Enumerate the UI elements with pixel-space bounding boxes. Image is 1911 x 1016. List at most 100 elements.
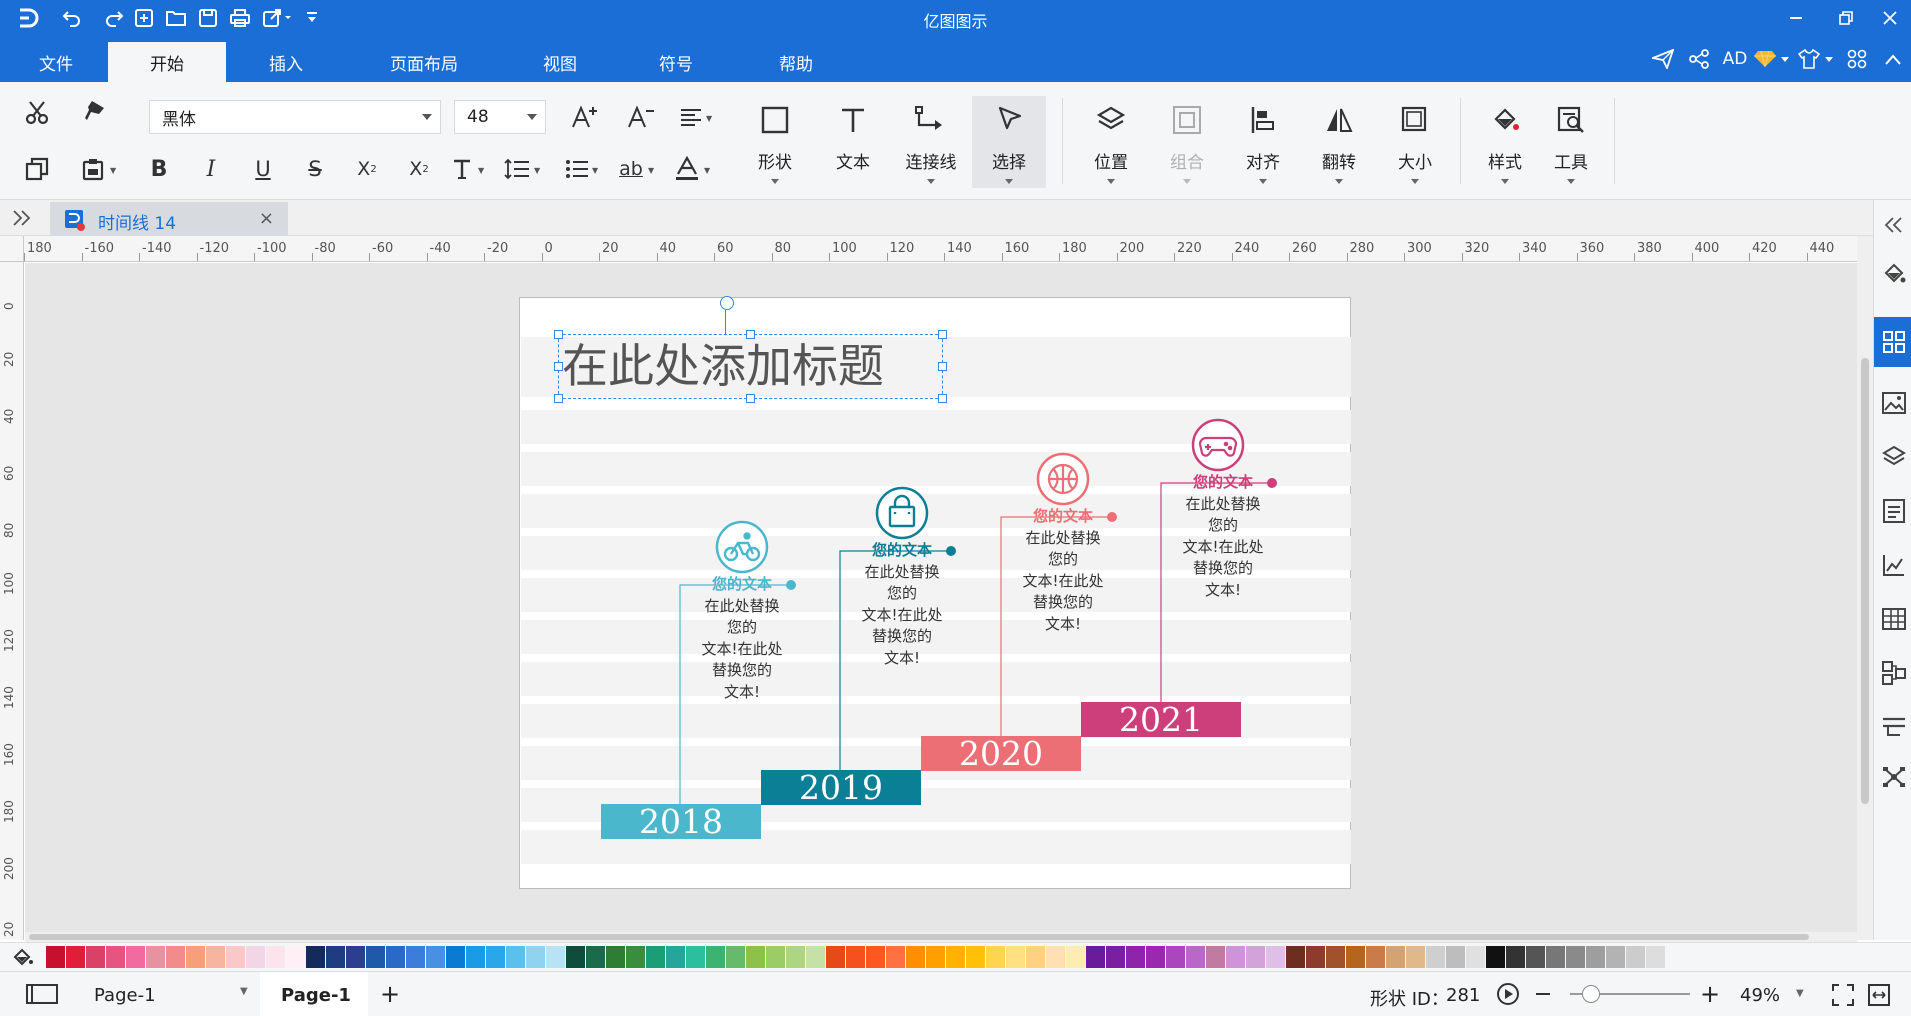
print-icon[interactable] — [226, 6, 254, 30]
redo-icon[interactable] — [100, 6, 128, 30]
strikethrough-icon[interactable]: S — [300, 154, 330, 184]
vip-gem-icon[interactable] — [1752, 46, 1778, 72]
color-swatch[interactable] — [906, 946, 925, 968]
color-swatch[interactable] — [1346, 946, 1365, 968]
color-swatch[interactable] — [326, 946, 345, 968]
year-label[interactable]: 2019 — [761, 770, 921, 805]
chevron-down-icon[interactable] — [1822, 46, 1836, 72]
color-swatch[interactable] — [866, 946, 885, 968]
color-swatch[interactable] — [86, 946, 105, 968]
collapse-panel-icon[interactable] — [1881, 212, 1907, 238]
color-swatch[interactable] — [386, 946, 405, 968]
font-color-icon[interactable] — [672, 154, 702, 184]
color-swatch[interactable] — [1106, 946, 1125, 968]
color-swatch[interactable] — [266, 946, 285, 968]
color-swatch[interactable] — [1506, 946, 1525, 968]
decrease-font-icon[interactable] — [626, 102, 656, 132]
tab-page-layout[interactable]: 页面布局 — [370, 42, 478, 82]
position-button[interactable]: 位置 — [1074, 96, 1148, 188]
font-color-dropdown-icon[interactable]: ▼ — [704, 166, 710, 175]
color-swatch[interactable] — [1266, 946, 1285, 968]
entry-text-block[interactable]: 您的文本 在此处替换 您的 文本!在此处 替换您的 文本! — [842, 540, 962, 669]
color-swatch[interactable] — [886, 946, 905, 968]
add-page-icon[interactable]: + — [380, 980, 400, 1008]
year-label[interactable]: 2018 — [601, 804, 761, 839]
entry-text-block[interactable]: 您的文本 在此处替换 您的 文本!在此处 替换您的 文本! — [1003, 506, 1123, 635]
color-swatch[interactable] — [1166, 946, 1185, 968]
color-swatch[interactable] — [1606, 946, 1625, 968]
color-swatch[interactable] — [1646, 946, 1665, 968]
tab-symbols[interactable]: 符号 — [636, 42, 716, 82]
style-button[interactable]: 样式 — [1472, 96, 1538, 188]
chevron-down-icon[interactable]: ▼ — [1796, 988, 1804, 999]
page-properties-icon[interactable] — [1881, 498, 1907, 524]
color-swatch[interactable] — [426, 946, 445, 968]
color-swatch[interactable] — [666, 946, 685, 968]
color-swatch[interactable] — [926, 946, 945, 968]
color-swatch[interactable] — [986, 946, 1005, 968]
color-swatch[interactable] — [586, 946, 605, 968]
italic-icon[interactable]: I — [196, 154, 226, 184]
tab-home[interactable]: 开始 — [108, 42, 226, 82]
fill-bucket-icon[interactable] — [12, 947, 34, 967]
horizontal-scroll-thumb[interactable] — [29, 934, 1809, 940]
color-swatch[interactable] — [1586, 946, 1605, 968]
text-case-icon[interactable] — [448, 154, 478, 184]
color-swatch[interactable] — [186, 946, 205, 968]
color-swatch[interactable] — [1186, 946, 1205, 968]
color-swatch[interactable] — [706, 946, 725, 968]
symbols-library-icon[interactable] — [1881, 329, 1907, 355]
chevron-down-icon[interactable] — [1778, 46, 1792, 72]
color-swatch[interactable] — [726, 946, 745, 968]
paste-icon[interactable] — [78, 154, 108, 184]
zoom-in-icon[interactable]: + — [1700, 980, 1720, 1008]
size-button[interactable]: 大小 — [1378, 96, 1452, 188]
vertical-scroll-thumb[interactable] — [1861, 358, 1869, 804]
color-swatch[interactable] — [486, 946, 505, 968]
color-swatch[interactable] — [1326, 946, 1345, 968]
diagram-page[interactable]: 在此处添加标题 2018 2019 2020 2021 您的文本 在此处替换 您… — [519, 296, 1351, 889]
text-button[interactable]: 文本 — [816, 96, 890, 188]
expand-panel-icon[interactable] — [12, 209, 32, 227]
color-swatch[interactable] — [346, 946, 365, 968]
superscript-icon[interactable]: X2 — [352, 154, 382, 184]
font-family-select[interactable]: 黑体 — [149, 100, 441, 134]
table-icon[interactable] — [1881, 606, 1907, 632]
export-icon[interactable] — [260, 6, 296, 30]
color-swatch[interactable] — [1486, 946, 1505, 968]
user-avatar[interactable]: AD — [1718, 46, 1752, 72]
color-swatch[interactable] — [206, 946, 225, 968]
document-tab[interactable]: 时间线 14 × — [50, 202, 288, 236]
color-swatch[interactable] — [66, 946, 85, 968]
color-swatch[interactable] — [786, 946, 805, 968]
subscript-icon[interactable]: X2 — [404, 154, 434, 184]
color-swatch[interactable] — [166, 946, 185, 968]
align-button[interactable]: 对齐 — [1226, 96, 1300, 188]
color-swatch[interactable] — [466, 946, 485, 968]
line-spacing-icon[interactable] — [502, 154, 532, 184]
color-swatch[interactable] — [806, 946, 825, 968]
horizontal-scrollbar[interactable] — [25, 932, 1857, 942]
color-swatch[interactable] — [546, 946, 565, 968]
entry-text-block[interactable]: 您的文本 在此处替换 您的 文本!在此处 替换您的 文本! — [682, 574, 802, 703]
close-tab-icon[interactable]: × — [259, 208, 274, 229]
color-swatch[interactable] — [1466, 946, 1485, 968]
format-painter-icon[interactable] — [82, 96, 112, 126]
color-swatch[interactable] — [286, 946, 305, 968]
play-icon[interactable] — [1496, 982, 1520, 1006]
color-swatch[interactable] — [1246, 946, 1265, 968]
save-icon[interactable] — [194, 6, 222, 30]
color-swatch[interactable] — [566, 946, 585, 968]
color-swatch[interactable] — [1226, 946, 1245, 968]
color-swatch[interactable] — [1206, 946, 1225, 968]
color-swatch[interactable] — [1566, 946, 1585, 968]
color-swatch[interactable] — [826, 946, 845, 968]
zoom-slider-thumb[interactable] — [1582, 985, 1600, 1003]
restore-icon[interactable] — [1826, 4, 1866, 32]
new-icon[interactable] — [130, 6, 158, 30]
entry-text-block[interactable]: 您的文本 在此处替换 您的 文本!在此处 替换您的 文本! — [1163, 472, 1283, 601]
tab-view[interactable]: 视图 — [520, 42, 600, 82]
tab-file[interactable]: 文件 — [20, 42, 92, 82]
color-swatch[interactable] — [1446, 946, 1465, 968]
text-align-icon[interactable] — [676, 102, 706, 132]
